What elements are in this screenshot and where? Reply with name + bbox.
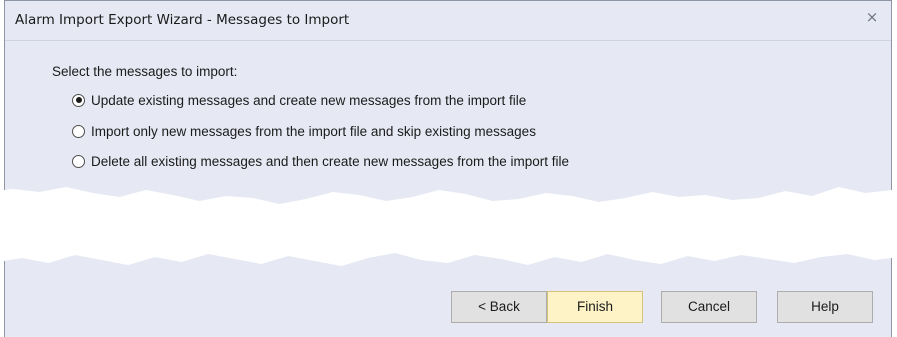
dialog-top-section: Alarm Import Export Wizard - Messages to… [4,0,892,204]
title-bar: Alarm Import Export Wizard - Messages to… [5,1,891,41]
radio-button-selected[interactable] [72,93,85,107]
option-label: Update existing messages and create new … [91,92,527,108]
dialog-bottom-section: < Back Finish Cancel Help [4,253,892,337]
window-title: Alarm Import Export Wizard - Messages to… [15,12,350,28]
finish-button[interactable]: Finish [547,291,643,323]
close-icon[interactable]: × [861,6,883,28]
option-update-existing[interactable]: Update existing messages and create new … [72,91,526,109]
radio-button[interactable] [72,154,85,168]
option-import-only-new[interactable]: Import only new messages from the import… [72,122,536,140]
help-button[interactable]: Help [777,291,873,323]
radio-button[interactable] [72,124,85,138]
select-messages-label: Select the messages to import: [52,64,238,79]
cancel-button[interactable]: Cancel [661,291,757,323]
option-label: Import only new messages from the import… [91,123,536,139]
option-label: Delete all existing messages and then cr… [91,153,569,169]
back-button[interactable]: < Back [451,291,547,323]
screenshot-canvas: Alarm Import Export Wizard - Messages to… [0,0,897,337]
option-delete-all-existing[interactable]: Delete all existing messages and then cr… [72,152,569,170]
